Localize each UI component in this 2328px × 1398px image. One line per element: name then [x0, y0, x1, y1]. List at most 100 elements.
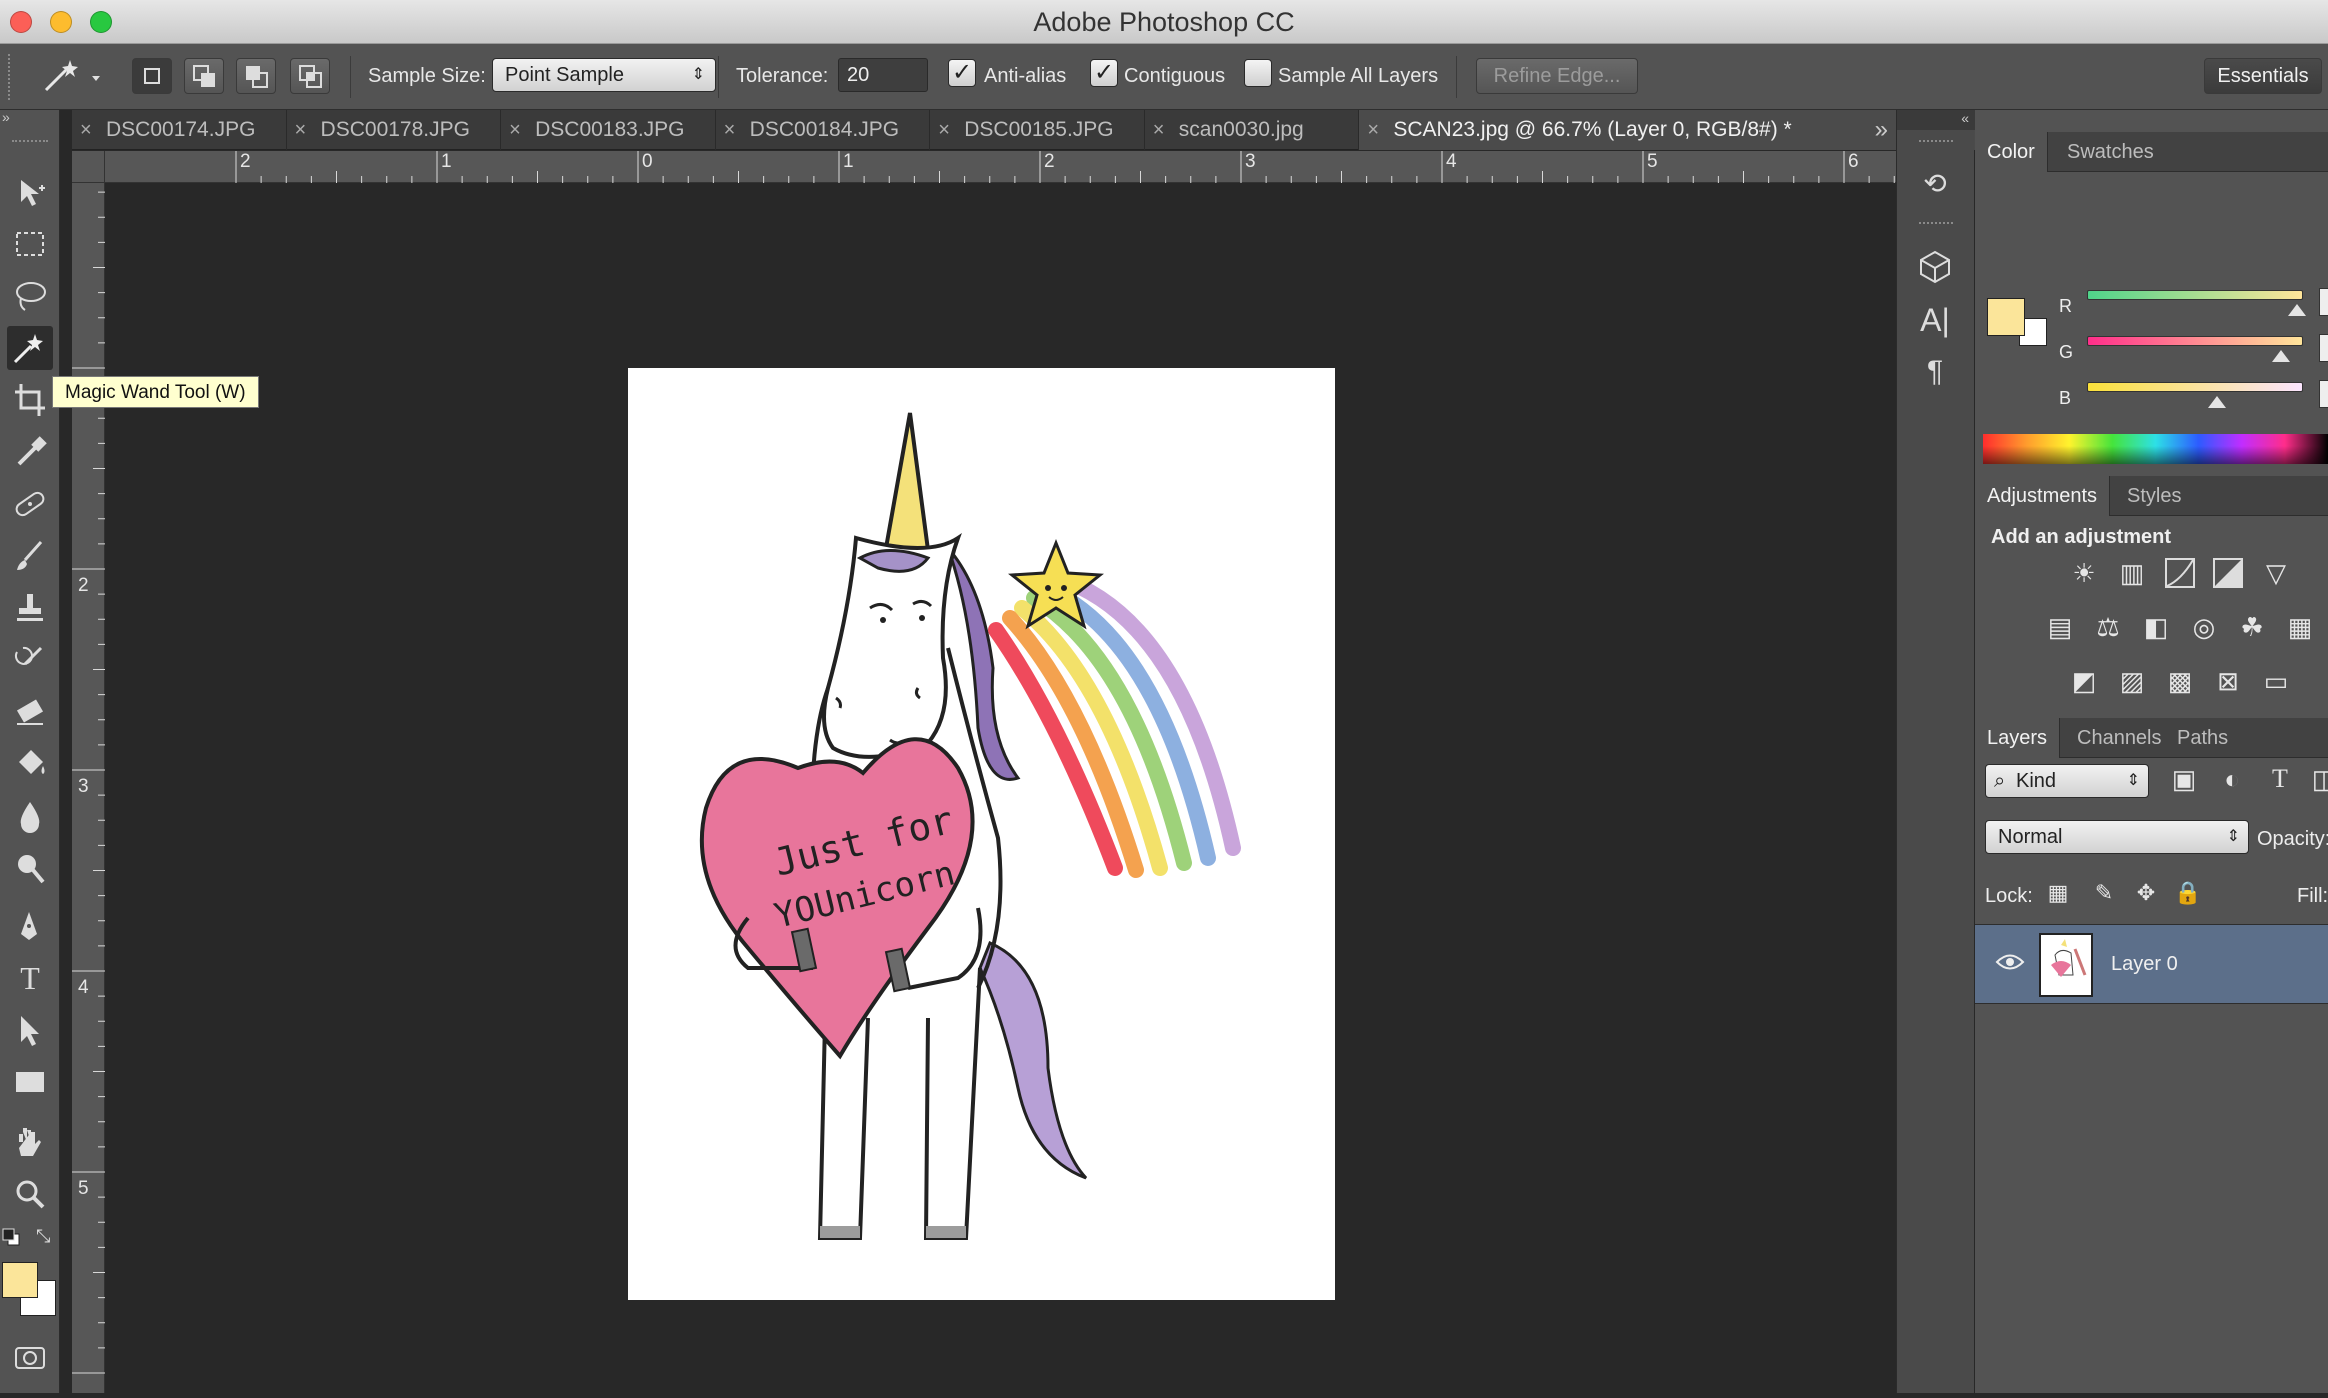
- tool-preset-picker[interactable]: [32, 54, 104, 100]
- layer-visibility-eye-icon[interactable]: [1995, 951, 2025, 980]
- swap-colors-icon[interactable]: ⤡: [36, 1226, 58, 1248]
- tab-close-icon[interactable]: ×: [724, 110, 736, 150]
- panel-grip[interactable]: [1919, 222, 1953, 226]
- zoom-tool-icon[interactable]: [7, 1172, 53, 1216]
- color-spectrum[interactable]: [1983, 434, 2328, 464]
- sample-all-layers-checkbox[interactable]: [1244, 59, 1272, 87]
- subtract-from-selection-button[interactable]: [236, 58, 276, 94]
- document-canvas[interactable]: Just for YOUnicorn: [628, 368, 1335, 1300]
- document-tab[interactable]: × DSC00178.JPG: [287, 110, 502, 150]
- eyedropper-tool-icon[interactable]: [7, 430, 53, 474]
- layer-row[interactable]: Layer 0: [1975, 924, 2328, 1004]
- tabs-overflow-icon[interactable]: »: [1875, 110, 1888, 150]
- refine-edge-button[interactable]: Refine Edge...: [1476, 58, 1638, 94]
- channel-slider-thumb[interactable]: [2272, 350, 2291, 362]
- hand-tool-icon[interactable]: [7, 1120, 53, 1164]
- layer-filter-select[interactable]: ⌕ Kind ⇕: [1985, 764, 2149, 798]
- intersect-selection-button[interactable]: [290, 58, 330, 94]
- brightness-contrast-icon[interactable]: ☀: [2067, 556, 2101, 590]
- filter-type-icon[interactable]: T: [2263, 762, 2297, 796]
- channel-value-input[interactable]: [2319, 288, 2328, 316]
- exposure-icon[interactable]: [2211, 556, 2245, 590]
- blur-tool-icon[interactable]: [7, 794, 53, 838]
- tab-paths[interactable]: Paths: [2165, 718, 2240, 758]
- lock-position-icon[interactable]: ✥: [2129, 876, 2163, 910]
- healing-brush-tool-icon[interactable]: [7, 482, 53, 526]
- type-tool-icon[interactable]: T: [7, 956, 53, 1000]
- tab-close-icon[interactable]: ×: [80, 110, 92, 150]
- tab-adjustments[interactable]: Adjustments: [1975, 476, 2111, 516]
- tab-styles[interactable]: Styles: [2115, 476, 2193, 516]
- panel-grip[interactable]: [12, 140, 48, 144]
- channel-slider-thumb[interactable]: [2207, 396, 2226, 408]
- collapse-dock-icon[interactable]: «: [1897, 110, 1975, 130]
- dodge-tool-icon[interactable]: [7, 846, 53, 890]
- tab-close-icon[interactable]: ×: [509, 110, 521, 150]
- channel-value-input[interactable]: [2319, 380, 2328, 408]
- contiguous-checkbox[interactable]: ✓: [1090, 59, 1118, 87]
- character-panel-icon[interactable]: A|: [1913, 298, 1957, 342]
- horizontal-ruler[interactable]: 2 1 0 1 2 3 4 5 6: [72, 151, 1898, 183]
- vertical-ruler[interactable]: 12345: [72, 166, 105, 1393]
- color-lookup-icon[interactable]: ▦: [2283, 610, 2317, 644]
- posterize-icon[interactable]: ▨: [2115, 664, 2149, 698]
- filter-shape-icon[interactable]: ◫: [2307, 762, 2328, 796]
- ruler-origin[interactable]: [72, 151, 105, 183]
- tab-close-icon[interactable]: ×: [295, 110, 307, 150]
- 3d-panel-icon[interactable]: [1913, 244, 1957, 288]
- photo-filter-icon[interactable]: ◎: [2187, 610, 2221, 644]
- quick-mask-icon[interactable]: [7, 1336, 53, 1380]
- tolerance-input[interactable]: 20: [838, 58, 928, 92]
- hue-saturation-icon[interactable]: ▤: [2043, 610, 2077, 644]
- tab-close-icon[interactable]: ×: [1153, 110, 1165, 150]
- paragraph-panel-icon[interactable]: ¶: [1913, 350, 1957, 394]
- marquee-tool-icon[interactable]: [7, 222, 53, 266]
- foreground-color-chip[interactable]: [1987, 298, 2025, 336]
- channel-slider-track[interactable]: [2087, 382, 2303, 392]
- channel-mixer-icon[interactable]: ☘: [2235, 610, 2269, 644]
- history-panel-icon[interactable]: ⟲: [1913, 162, 1957, 206]
- crop-tool-icon[interactable]: [7, 378, 53, 422]
- tab-close-icon[interactable]: ×: [938, 110, 950, 150]
- filter-pixel-icon[interactable]: ▣: [2167, 762, 2201, 796]
- lock-all-icon[interactable]: 🔒: [2171, 876, 2205, 910]
- threshold-icon[interactable]: ▩: [2163, 664, 2197, 698]
- curves-icon[interactable]: [2163, 556, 2197, 590]
- foreground-color-swatch[interactable]: [2, 1262, 38, 1298]
- layer-name[interactable]: Layer 0: [2111, 953, 2178, 976]
- add-to-selection-button[interactable]: [184, 58, 224, 94]
- magic-wand-tool-icon[interactable]: [7, 326, 53, 370]
- filter-adjustment-icon[interactable]: ◐: [2215, 762, 2249, 796]
- rectangle-tool-icon[interactable]: [7, 1060, 53, 1104]
- history-brush-tool-icon[interactable]: [7, 638, 53, 682]
- channel-slider-thumb[interactable]: [2287, 304, 2306, 316]
- sample-size-select[interactable]: Point Sample ⇕: [492, 58, 716, 92]
- document-tab[interactable]: × SCAN23.jpg @ 66.7% (Layer 0, RGB/8#) *: [1359, 110, 1986, 150]
- document-tab[interactable]: × scan0030.jpg: [1145, 110, 1360, 150]
- move-tool-icon[interactable]: [7, 170, 53, 214]
- color-balance-icon[interactable]: ⚖: [2091, 610, 2125, 644]
- selective-color-icon[interactable]: ⊠: [2211, 664, 2245, 698]
- lock-pixels-icon[interactable]: ✎: [2087, 876, 2121, 910]
- invert-icon[interactable]: ◩: [2067, 664, 2101, 698]
- tab-channels[interactable]: Channels: [2065, 718, 2174, 758]
- workspace-switcher[interactable]: Essentials: [2204, 58, 2322, 94]
- collapse-arrows-icon[interactable]: »: [0, 110, 60, 124]
- clone-stamp-tool-icon[interactable]: [7, 586, 53, 630]
- lasso-tool-icon[interactable]: [7, 274, 53, 318]
- lock-transparent-icon[interactable]: ▦: [2041, 876, 2075, 910]
- default-colors-icon[interactable]: [2, 1228, 20, 1246]
- channel-value-input[interactable]: [2319, 334, 2328, 362]
- document-tab[interactable]: × DSC00183.JPG: [501, 110, 716, 150]
- pen-tool-icon[interactable]: [7, 904, 53, 948]
- document-tab[interactable]: × DSC00174.JPG: [72, 110, 287, 150]
- black-white-icon[interactable]: ◧: [2139, 610, 2173, 644]
- tab-close-icon[interactable]: ×: [1367, 110, 1379, 150]
- gradient-map-icon[interactable]: ▭: [2259, 664, 2293, 698]
- tab-color[interactable]: Color: [1975, 132, 2048, 172]
- path-selection-tool-icon[interactable]: [7, 1008, 53, 1052]
- document-tab[interactable]: × DSC00184.JPG: [716, 110, 931, 150]
- panel-grip[interactable]: [1919, 140, 1953, 144]
- eraser-tool-icon[interactable]: [7, 690, 53, 734]
- vibrance-icon[interactable]: ▽: [2259, 556, 2293, 590]
